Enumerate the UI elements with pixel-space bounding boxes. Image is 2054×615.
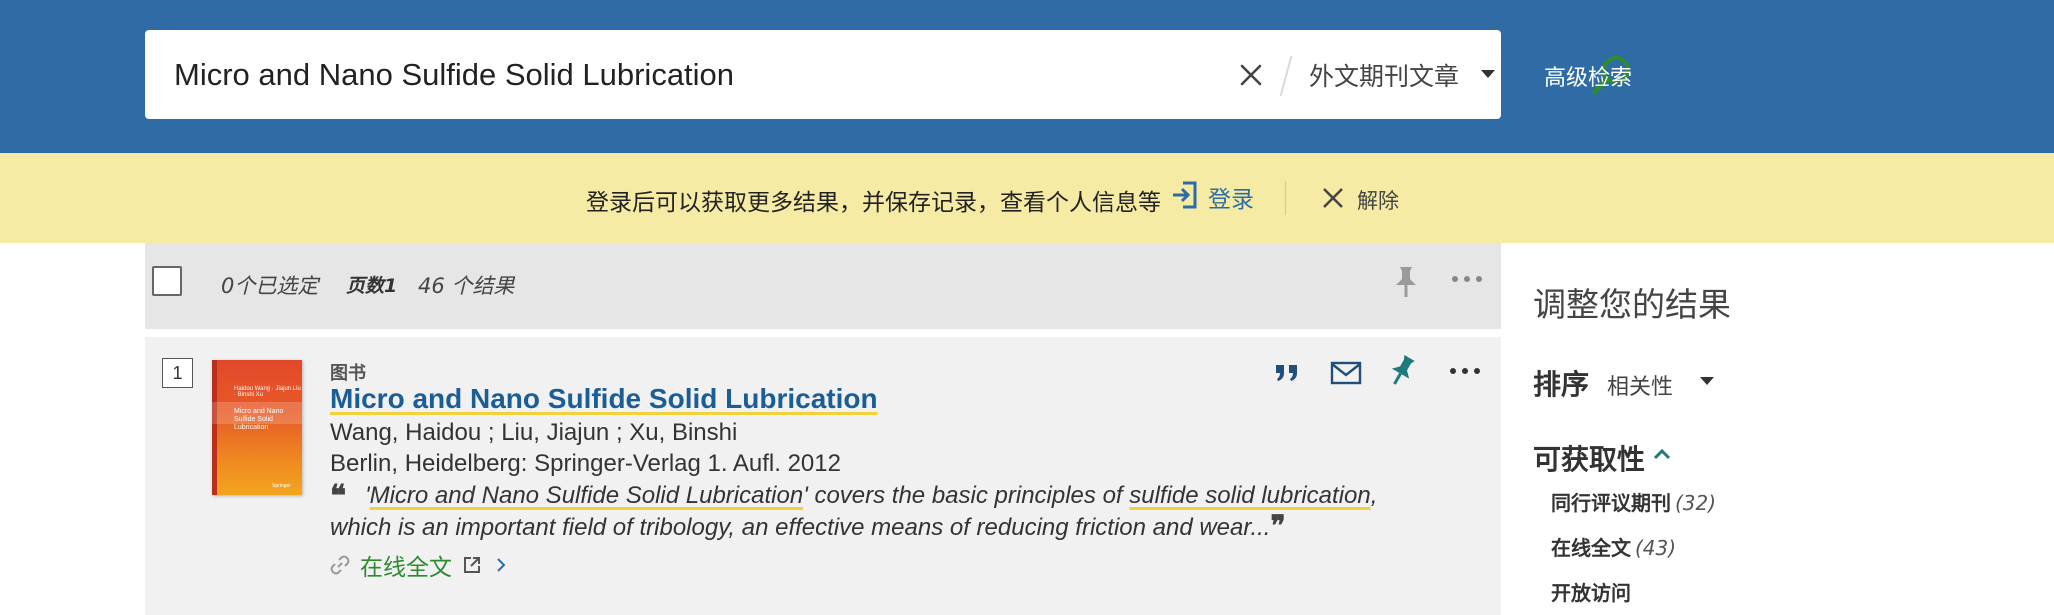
fulltext-label: 在线全文 [360, 555, 452, 581]
snippet-text: ' covers the basic principles of [803, 482, 1130, 509]
cover-publisher: Springer [272, 483, 291, 489]
cover-title: Micro and Nano Sulfide Solid Lubrication [234, 408, 284, 431]
sort-select[interactable]: 相关性 [1607, 369, 1673, 401]
login-button[interactable]: 登录 [1208, 180, 1254, 214]
search-divider [1279, 56, 1293, 96]
advanced-search-link[interactable]: 高级检索 [1544, 60, 1632, 92]
facet-open-access[interactable]: 开放访问 [1551, 577, 1635, 606]
search-input[interactable] [174, 30, 1204, 119]
pin-icon[interactable] [1392, 265, 1420, 299]
quote-close-icon: ❞ [1270, 509, 1286, 542]
more-horizontal-icon[interactable] [1450, 272, 1484, 286]
result-publication: Berlin, Heidelberg: Springer-Verlag 1. A… [330, 450, 841, 477]
dismiss-button[interactable]: 解除 [1357, 185, 1399, 215]
refine-results-title: 调整您的结果 [1533, 285, 1731, 324]
availability-facet-header[interactable]: 可获取性 [1533, 438, 1645, 478]
select-all-checkbox[interactable] [152, 266, 182, 296]
result-authors: Wang, Haidou ; Liu, Jiajun ; Xu, Binshi [330, 419, 738, 446]
caret-down-icon [1481, 70, 1495, 78]
sign-in-icon[interactable] [1171, 179, 1199, 211]
facet-count: (43) [1635, 536, 1677, 560]
facet-count: (32) [1675, 491, 1717, 515]
result-card: 1 Haidou Wang · Jiajun Liu · Binshi Xu M… [145, 337, 1501, 615]
link-icon [330, 555, 350, 575]
results-toolbar: 0个已选定 页数1 46 个结果 [145, 243, 1501, 329]
cover-spine [212, 360, 217, 495]
search-scope-label: 外文期刊文章 [1309, 61, 1460, 91]
result-rank: 1 [162, 358, 193, 388]
banner-message: 登录后可以获取更多结果，并保存记录，查看个人信息等 [586, 190, 1161, 216]
close-icon[interactable] [1231, 55, 1271, 95]
cover-authors: Haidou Wang · Jiajun Liu · Binshi Xu [234, 386, 301, 398]
fulltext-link[interactable]: 在线全文 [330, 550, 508, 581]
email-icon[interactable] [1328, 357, 1364, 389]
caret-down-icon[interactable] [1700, 377, 1714, 385]
chevron-right-icon [497, 558, 506, 572]
snippet-highlight: Micro and Nano Sulfide Solid Lubrication [369, 482, 804, 509]
facet-name: 开放访问 [1551, 581, 1631, 605]
selected-count: 0个已选定 [221, 274, 319, 298]
result-count: 46 个结果 [418, 274, 515, 298]
page-number: 页数1 [346, 275, 398, 297]
facet-name: 同行评议期刊 [1551, 491, 1671, 515]
login-banner: 登录后可以获取更多结果，并保存记录，查看个人信息等 登录 解除 [0, 153, 2054, 243]
facet-full-text-online[interactable]: 在线全文 (43) [1551, 532, 1676, 561]
search-box: 外文期刊文章 [145, 30, 1630, 119]
banner-divider [1285, 181, 1286, 215]
search-scope-select[interactable]: 外文期刊文章 [1309, 30, 1499, 119]
facet-name: 在线全文 [1551, 536, 1631, 560]
external-link-icon [464, 557, 480, 573]
result-snippet: 'Micro and Nano Sulfide Solid Lubricatio… [330, 481, 1410, 543]
pin-icon[interactable] [1387, 353, 1417, 389]
close-icon[interactable] [1320, 185, 1346, 211]
quote-icon[interactable] [1270, 355, 1306, 391]
chevron-up-icon[interactable] [1652, 446, 1672, 462]
book-cover-thumbnail[interactable]: Haidou Wang · Jiajun Liu · Binshi Xu Mic… [212, 360, 302, 495]
facet-peer-reviewed[interactable]: 同行评议期刊 (32) [1551, 487, 1716, 516]
sort-label: 排序 [1533, 368, 1590, 401]
header-bar: 外文期刊文章 高级检索 [0, 0, 2054, 153]
item-type: 图书 [330, 363, 366, 384]
result-title-link[interactable]: Micro and Nano Sulfide Solid Lubrication [330, 383, 878, 415]
more-horizontal-icon[interactable] [1448, 364, 1482, 378]
snippet-highlight: sulfide solid lubrication [1129, 482, 1371, 509]
